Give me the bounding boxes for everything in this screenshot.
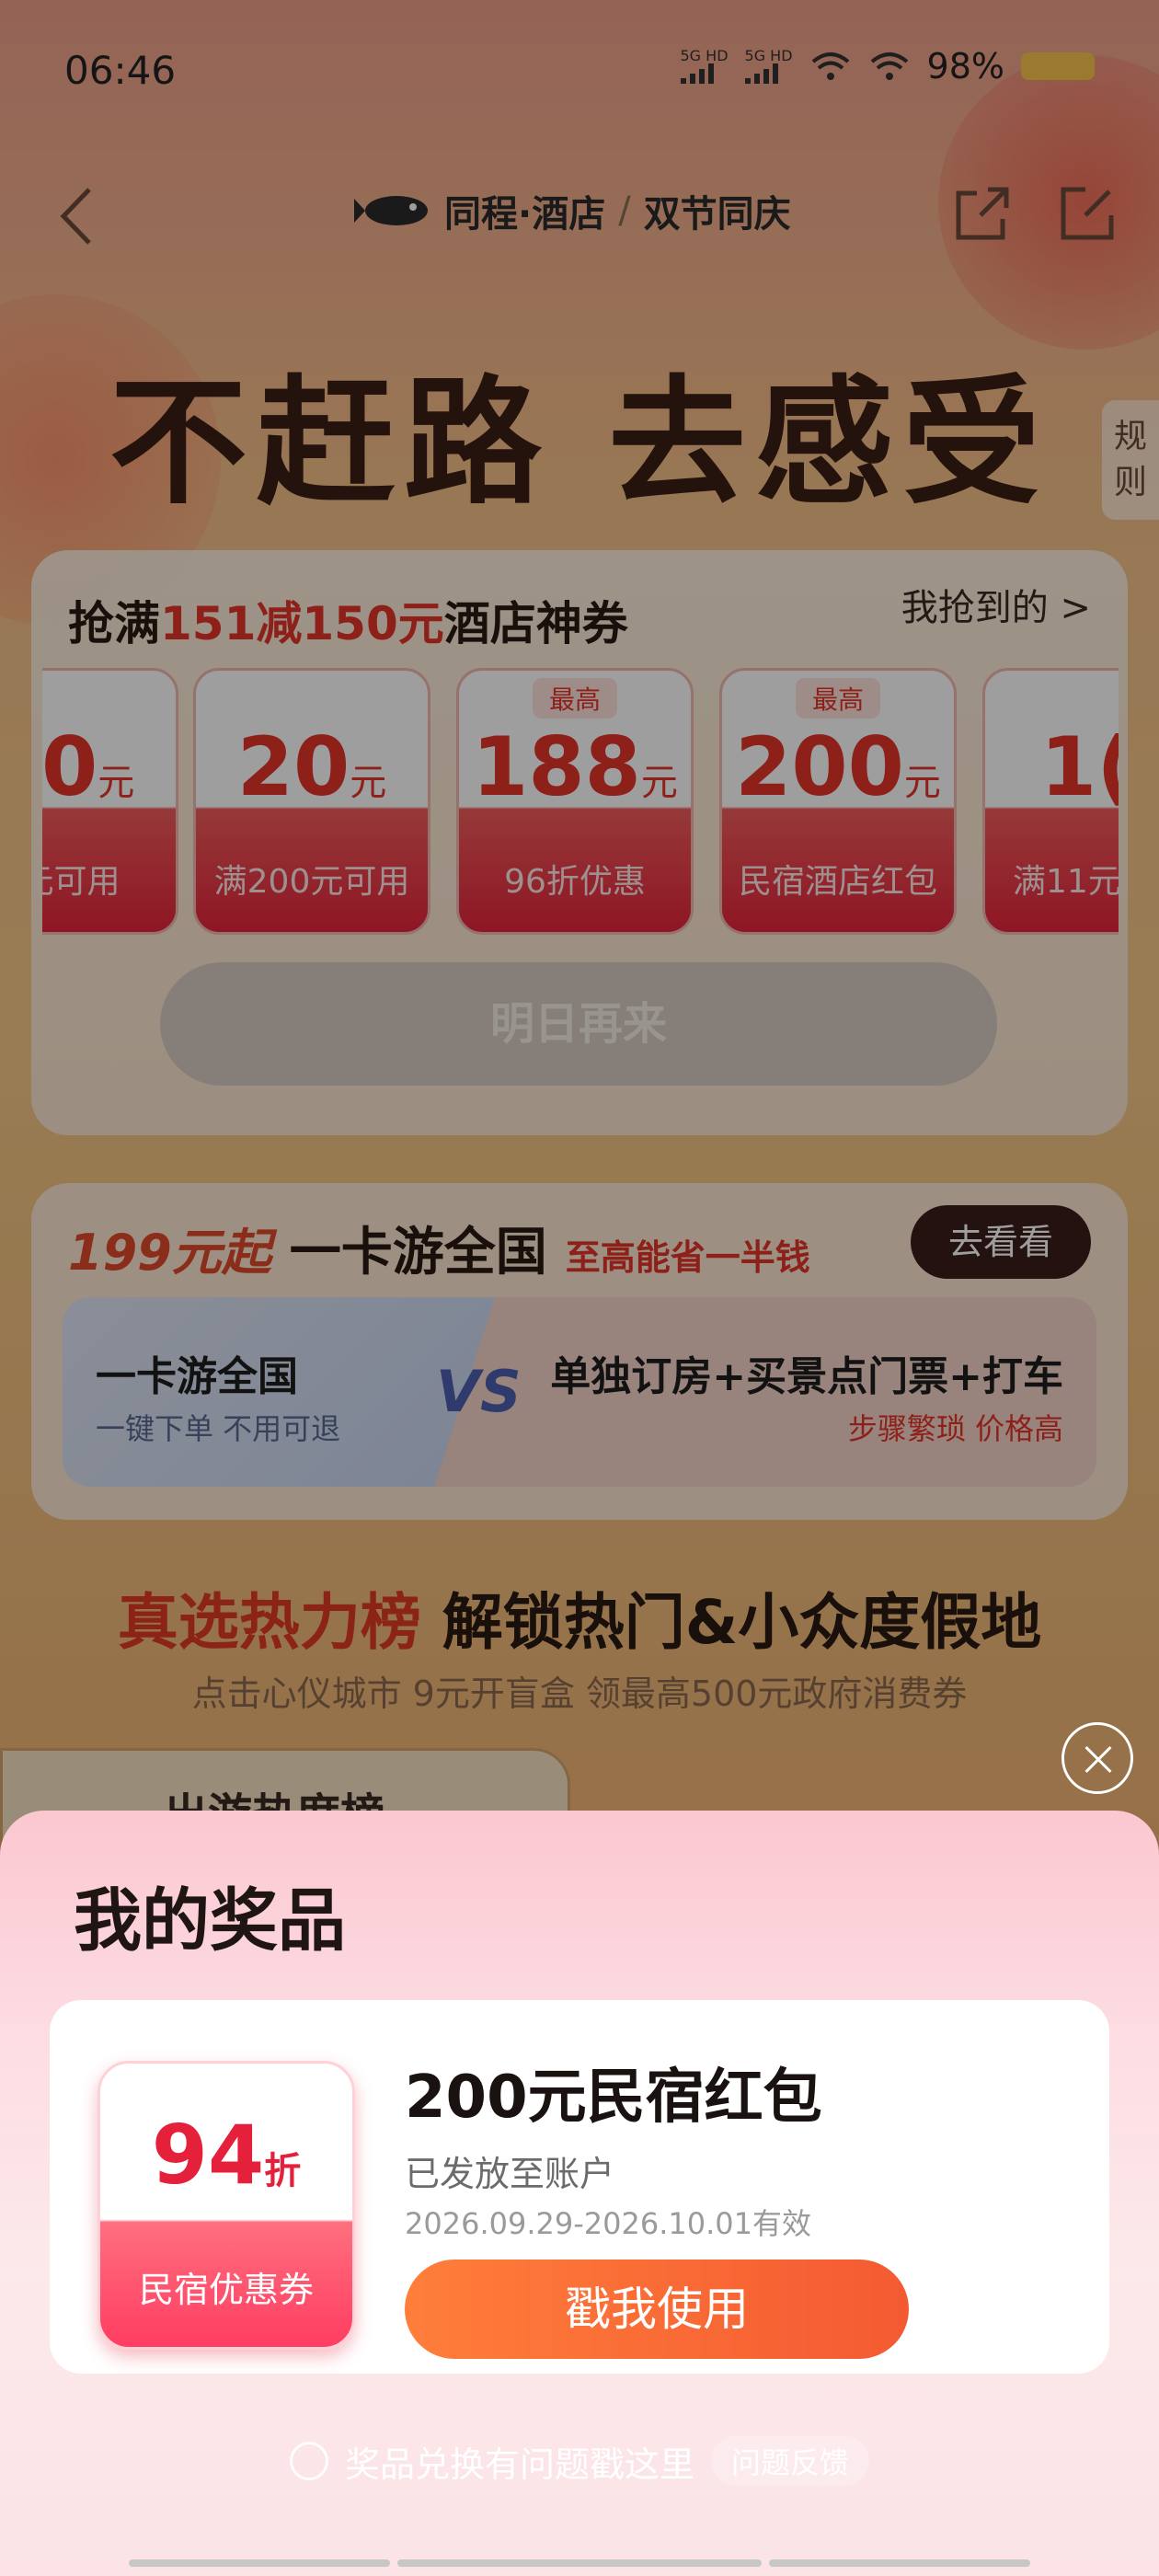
prize-name: 200元民宿红包	[405, 2064, 822, 2132]
prize-card: 94折 民宿优惠券 200元民宿红包 已发放至账户 2026.09.29-202…	[50, 2000, 1109, 2374]
gesture-bar-segment	[397, 2559, 762, 2567]
close-icon[interactable]	[1061, 1722, 1133, 1794]
feedback-row[interactable]: 奖品兑换有问题戳这里 问题反馈	[0, 2429, 1159, 2493]
prize-sheet: 我的奖品 94折 民宿优惠券 200元民宿红包 已发放至账户 2026.09.2…	[0, 1811, 1159, 2576]
prize-status: 已发放至账户	[405, 2154, 615, 2194]
use-now-button[interactable]: 戳我使用	[405, 2260, 909, 2359]
gesture-bar-segment	[129, 2559, 390, 2567]
prize-validity: 2026.09.29-2026.10.01有效	[405, 2206, 811, 2241]
coupon-icon: 94折 民宿优惠券	[98, 2061, 355, 2350]
help-icon	[289, 2442, 328, 2480]
gesture-bar-segment	[769, 2559, 1030, 2567]
feedback-tag[interactable]: 问题反馈	[711, 2436, 870, 2486]
sheet-title: 我的奖品	[74, 1881, 346, 1961]
